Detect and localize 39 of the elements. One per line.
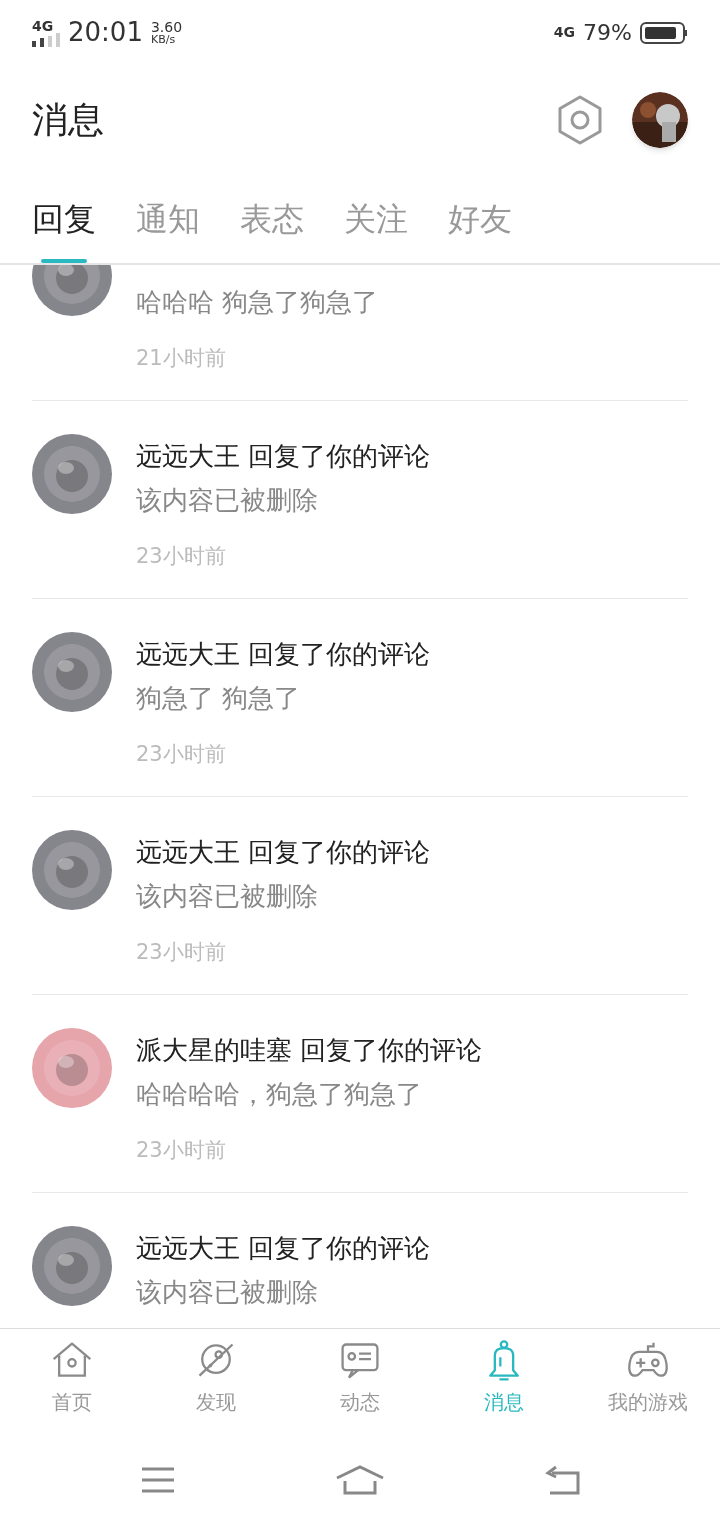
message-title: 派大星的哇塞 回复了你的评论 xyxy=(136,1034,483,1067)
nav-tab[interactable]: 动态 xyxy=(288,1329,432,1440)
message-title: 远远大王 回复了你的评论 xyxy=(136,836,431,869)
message-text: 狗急了 狗急了 xyxy=(136,682,302,715)
signal-icon xyxy=(32,32,60,47)
message-text: 哈哈哈 狗急了狗急了 xyxy=(136,286,379,319)
message-text: 该内容已被删除 xyxy=(136,484,319,517)
timestamp: 23小时前 xyxy=(136,939,227,966)
timestamp: 21小时前 xyxy=(136,345,227,372)
tab[interactable]: 回复 xyxy=(32,175,96,263)
timestamp: 23小时前 xyxy=(136,1137,227,1164)
nav-tab[interactable]: 我的游戏 xyxy=(576,1329,720,1440)
battery-percent: 79% xyxy=(583,19,632,47)
message-title: 远远大王 回复了你的评论 xyxy=(136,440,431,473)
message-title: 远远大王 回复了你的评论 xyxy=(136,638,431,671)
timestamp: 23小时前 xyxy=(136,741,227,768)
timestamp: 23小时前 xyxy=(136,543,227,570)
tab[interactable]: 好友 xyxy=(448,175,512,263)
battery-icon xyxy=(640,21,688,44)
message-title: 远远大王 回复了你的评论 xyxy=(136,1232,431,1265)
page-title: 消息 xyxy=(32,98,105,142)
tab[interactable]: 通知 xyxy=(136,175,200,263)
back-icon[interactable] xyxy=(544,1465,581,1495)
speed-unit: KB/s xyxy=(150,34,177,45)
nav-tab[interactable]: 首页 xyxy=(0,1329,144,1440)
tab[interactable]: 关注 xyxy=(344,175,408,263)
net-speed: 3.60 xyxy=(150,20,183,34)
menu-icon[interactable] xyxy=(139,1466,176,1494)
network-type: 4G xyxy=(553,23,576,42)
message-text: 该内容已被删除 xyxy=(136,1276,319,1309)
clock: 20:01 xyxy=(68,16,143,49)
settings-icon[interactable] xyxy=(556,94,604,146)
message-text: 该内容已被删除 xyxy=(136,880,319,913)
nav-tab[interactable]: 消息 xyxy=(432,1329,576,1440)
home-icon[interactable] xyxy=(335,1464,385,1496)
message-text: 哈哈哈哈，狗急了狗急了 xyxy=(136,1078,423,1111)
tab[interactable]: 表态 xyxy=(240,175,304,263)
network-type: 4G xyxy=(32,18,54,33)
nav-tab[interactable]: 发现 xyxy=(144,1329,288,1440)
